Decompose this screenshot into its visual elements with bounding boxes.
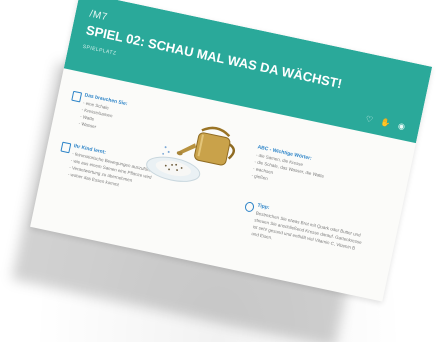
needs-section: Das brauchen Sie: - eine Schale - Kresse… bbox=[78, 92, 128, 135]
book-icon bbox=[60, 141, 72, 154]
header-icons: ♡ ✋ ◉ bbox=[365, 114, 406, 131]
words-section: ABC - Wichtige Wörter: - die Samen, die … bbox=[251, 144, 328, 193]
card-subtitle: SPIELPLATZ bbox=[82, 43, 117, 57]
lightbulb-icon bbox=[244, 201, 255, 213]
document-icon bbox=[71, 90, 83, 103]
tip-section: Tipp: Bestreichen Sie etwas Brot mit Qua… bbox=[251, 203, 365, 260]
hand-icon: ✋ bbox=[379, 117, 392, 129]
eye-icon: ◉ bbox=[397, 121, 406, 132]
photo-scene: /M7 SPIEL 02: SCHAU MAL WAS DA WÄCHST! S… bbox=[0, 0, 436, 342]
card-code: /M7 bbox=[88, 8, 109, 24]
heart-icon: ♡ bbox=[364, 114, 374, 125]
